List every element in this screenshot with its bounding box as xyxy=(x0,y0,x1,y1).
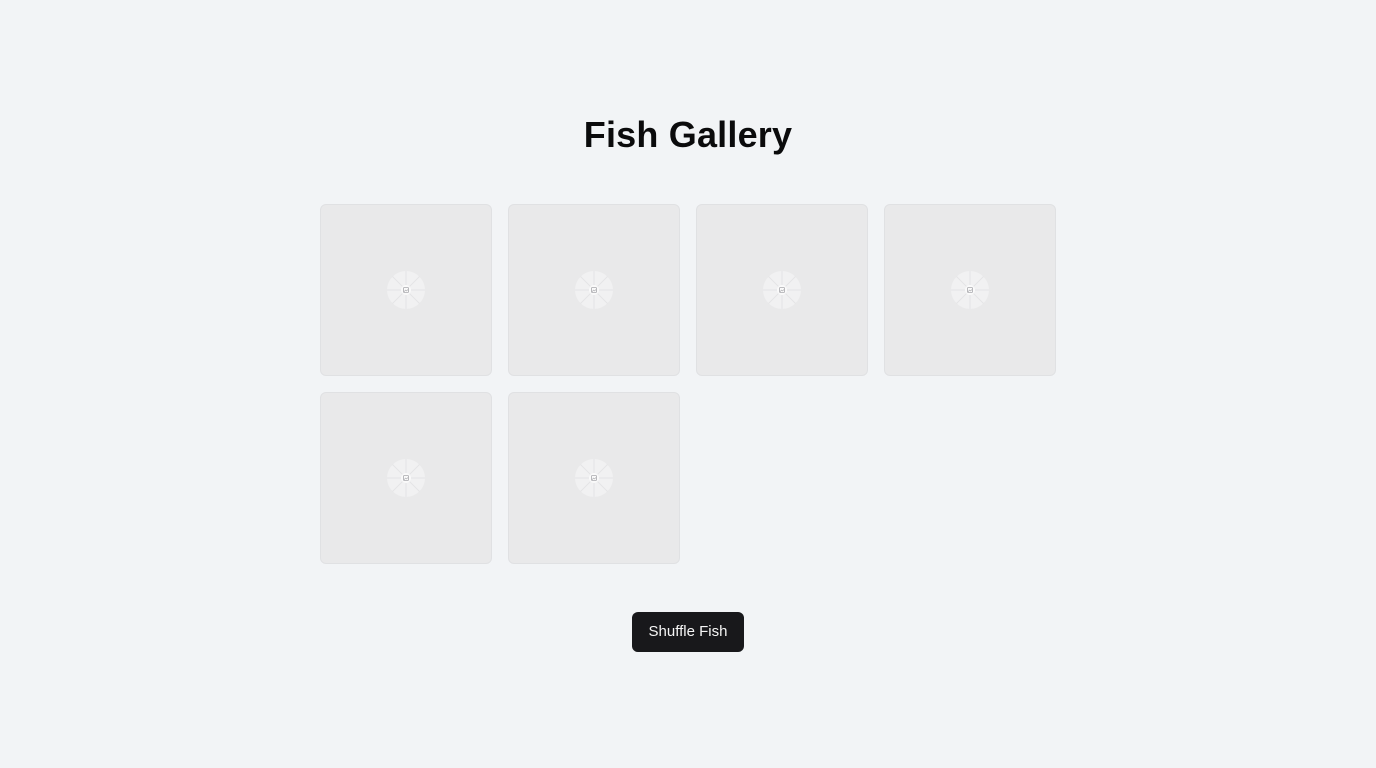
image-loading-icon xyxy=(575,459,613,497)
fish-image-tile[interactable] xyxy=(320,204,492,376)
image-loading-icon xyxy=(387,271,425,309)
image-loading-icon xyxy=(575,271,613,309)
fish-gallery-grid xyxy=(320,204,1056,564)
image-loading-icon xyxy=(763,271,801,309)
fish-image-tile[interactable] xyxy=(696,204,868,376)
fish-image-tile[interactable] xyxy=(508,204,680,376)
shuffle-fish-button[interactable]: Shuffle Fish xyxy=(632,612,744,652)
fish-image-tile[interactable] xyxy=(884,204,1056,376)
image-loading-icon xyxy=(387,459,425,497)
fish-image-tile[interactable] xyxy=(508,392,680,564)
image-loading-icon xyxy=(951,271,989,309)
fish-image-tile[interactable] xyxy=(320,392,492,564)
page-title: Fish Gallery xyxy=(583,114,793,155)
